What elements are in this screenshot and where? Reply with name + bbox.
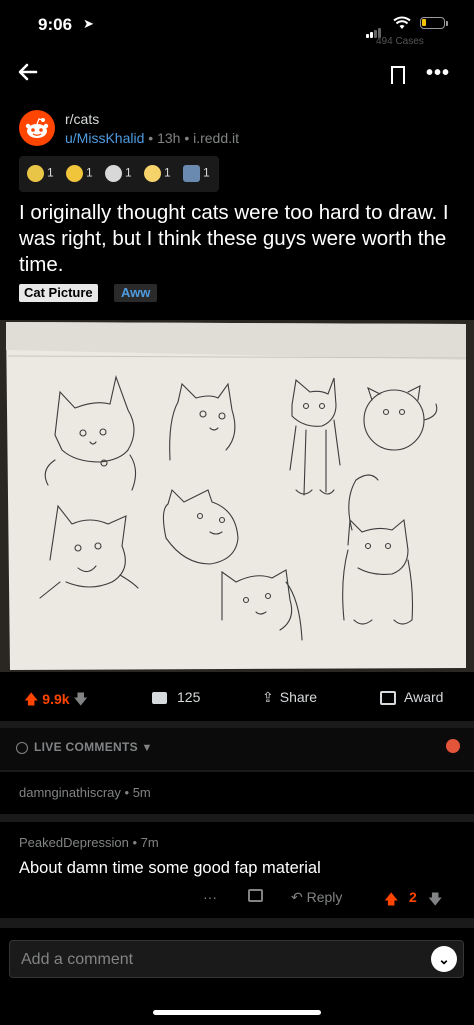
post-action-bar: 🡅 9.9k 🡇 125 ⇪ Share Award — [0, 680, 474, 718]
comments-button[interactable]: 125 — [152, 689, 200, 705]
comment-author[interactable]: damnginathiscray — [19, 785, 121, 800]
subreddit-name[interactable]: r/cats — [65, 111, 99, 127]
comment-meta[interactable]: PeakedDepression • 7m — [19, 835, 159, 850]
more-options-icon[interactable]: ••• — [426, 62, 450, 85]
status-bar: 9:06 ➤ 494 Cases — [0, 0, 474, 50]
meta-separator: • — [124, 785, 130, 800]
flair-cat-picture[interactable]: Cat Picture — [19, 284, 98, 302]
award-helpful: 1 — [183, 165, 210, 182]
comment-box[interactable] — [9, 940, 464, 978]
post-domain[interactable]: i.redd.it — [193, 130, 239, 146]
award-rocket: 1 — [144, 165, 171, 182]
reply-arrow-icon: ↶ — [291, 889, 303, 905]
award-button[interactable]: Award — [380, 689, 443, 706]
comment-body: About damn time some good fap material — [19, 859, 321, 877]
share-icon: ⇪ — [262, 689, 274, 705]
post-score: 9.9k — [42, 691, 70, 707]
status-time: 9:06 — [38, 15, 73, 34]
back-arrow-icon[interactable] — [16, 60, 40, 91]
wholesome-award-icon — [105, 165, 122, 182]
post-image[interactable] — [0, 320, 474, 672]
divider — [0, 814, 474, 822]
award-gold: 1 — [66, 165, 93, 182]
comment-age: 7m — [140, 835, 159, 850]
post-author[interactable]: u/MissKhalid — [65, 130, 144, 146]
gold-award-icon — [66, 165, 83, 182]
comment-input[interactable] — [19, 949, 403, 971]
live-icon — [16, 741, 28, 754]
snoo-icon — [25, 118, 49, 138]
battery-icon — [420, 17, 445, 29]
divider — [0, 770, 474, 772]
rocket-like-award-icon — [144, 165, 161, 182]
divider — [0, 918, 474, 928]
vote-control: 🡅 9.9k 🡇 — [24, 689, 88, 713]
flair-aww[interactable]: Aww — [114, 284, 158, 302]
post-age: 13h — [157, 130, 181, 146]
chevron-down-icon: ▼ — [141, 742, 153, 754]
comment-more-icon[interactable]: ··· — [203, 889, 217, 905]
meta-separator: • — [148, 130, 154, 146]
comment-upvote-icon[interactable]: 🡅 — [384, 889, 398, 913]
downvote-icon[interactable]: 🡇 — [73, 691, 87, 707]
battery-nub — [446, 21, 448, 26]
location-icon: ➤ — [83, 16, 94, 31]
share-button[interactable]: ⇪ Share — [262, 689, 317, 706]
bookmark-icon[interactable] — [391, 66, 405, 86]
meta-separator: • — [184, 130, 190, 146]
wifi-icon — [393, 16, 411, 35]
faint-overlay-text: 494 Cases — [376, 36, 424, 47]
upvote-icon[interactable]: 🡅 — [24, 691, 38, 707]
home-indicator[interactable] — [153, 1010, 321, 1015]
reply-button[interactable]: ↶ Reply — [291, 889, 342, 906]
award-silver: 1 — [27, 165, 54, 182]
comment-author[interactable]: PeakedDepression — [19, 835, 129, 850]
live-comments-toggle[interactable]: LIVE COMMENTS ▼ — [16, 740, 153, 754]
award-wholesome: 1 — [105, 165, 132, 182]
comment-actions: ··· ↶ Reply 🡅 2 🡇 — [0, 885, 474, 911]
comment-meta[interactable]: damnginathiscray • 5m — [19, 785, 151, 800]
comment-award-icon[interactable] — [248, 889, 263, 905]
jump-down-icon[interactable]: ⌄ — [431, 946, 457, 972]
comment-bubble-icon — [152, 692, 167, 705]
silver-award-icon — [27, 165, 44, 182]
post-meta: u/MissKhalid • 13h • i.redd.it — [65, 130, 239, 146]
meta-separator: • — [132, 835, 138, 850]
divider — [0, 721, 474, 728]
awards-bar[interactable]: 1 1 1 1 1 — [19, 156, 219, 192]
subreddit-avatar[interactable] — [19, 110, 55, 146]
comment-age: 5m — [132, 785, 151, 800]
gift-icon — [380, 691, 396, 706]
live-indicator-dot — [446, 739, 460, 753]
comment-downvote-icon[interactable]: 🡇 — [428, 889, 442, 913]
post-title: I originally thought cats were too hard … — [19, 201, 449, 276]
comment-score: 2 — [409, 889, 417, 905]
helpful-award-icon — [183, 165, 200, 182]
